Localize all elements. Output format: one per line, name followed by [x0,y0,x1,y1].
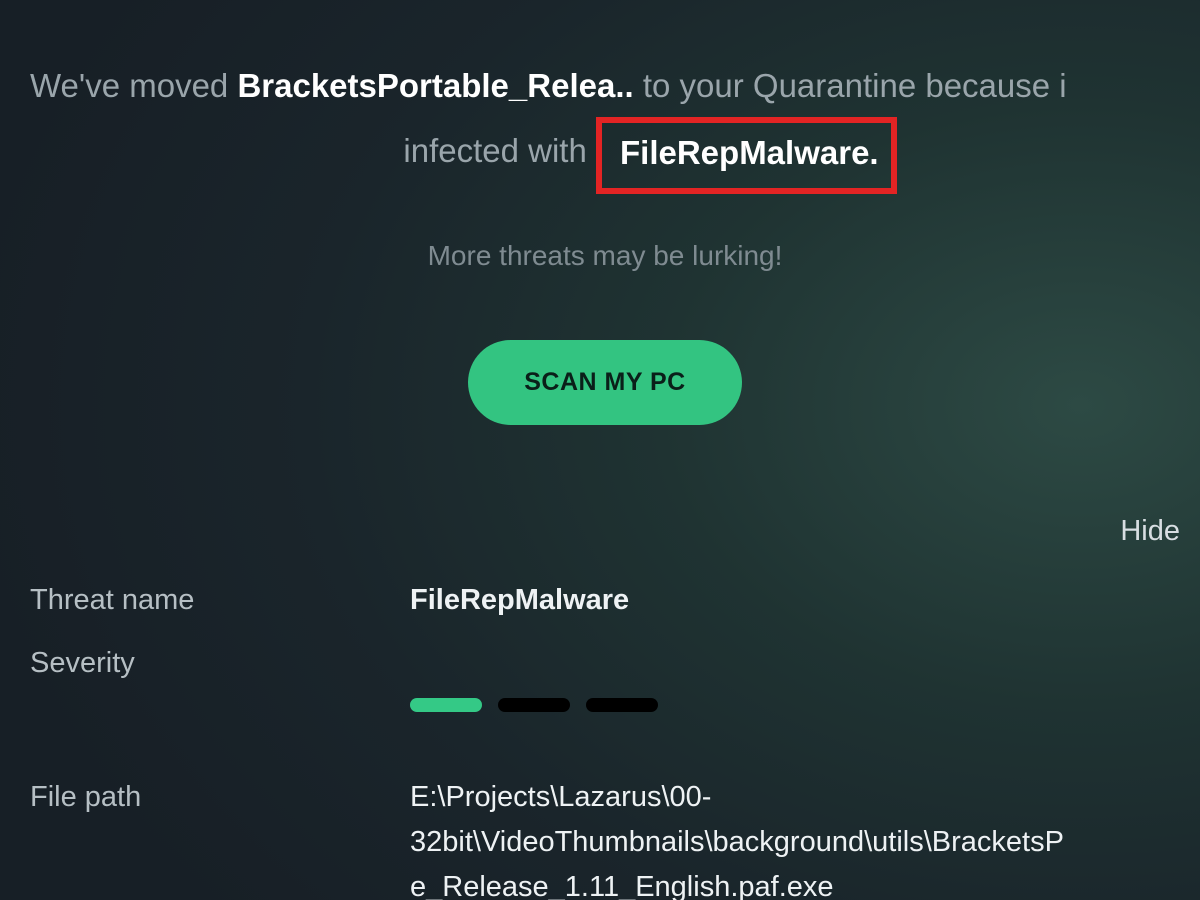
headline-filename: BracketsPortable_Relea.. [237,67,633,104]
severity-bar-1 [410,698,482,712]
headline-prefix: We've moved [30,67,237,104]
headline: We've moved BracketsPortable_Relea.. to … [30,60,1180,111]
hide-details-link[interactable]: Hide [30,515,1180,548]
severity-indicator [410,686,1180,712]
severity-bar-3 [586,698,658,712]
detail-row-file-path: File path E:\Projects\Lazarus\00- 32bit\… [30,775,1180,900]
threat-name-period: . [869,134,878,171]
scan-button[interactable]: SCAN MY PC [468,340,742,425]
threat-name-text: FileRepMalware [620,134,869,171]
threat-dialog: We've moved BracketsPortable_Relea.. to … [0,0,1200,900]
value-file-path: E:\Projects\Lazarus\00- 32bit\VideoThumb… [410,775,1180,900]
label-file-path: File path [30,775,410,820]
headline-mid: to your Quarantine because i [643,67,1067,104]
detail-row-severity: Severity [30,641,1180,757]
severity-bar-2 [498,698,570,712]
value-severity [410,641,1180,757]
value-threat-name: FileRepMalware [410,578,1180,623]
button-row: SCAN MY PC [30,340,1180,425]
label-severity: Severity [30,641,410,686]
detail-row-threat-name: Threat name FileRepMalware [30,578,1180,623]
headline-line2: infected with FileRepMalware. [30,115,1180,192]
subheadline: More threats may be lurking! [30,240,1180,272]
threat-details: Threat name FileRepMalware Severity File… [30,578,1180,900]
threat-name-highlight: FileRepMalware. [596,117,897,194]
headline-infected: infected with [403,132,586,169]
label-threat-name: Threat name [30,578,410,623]
